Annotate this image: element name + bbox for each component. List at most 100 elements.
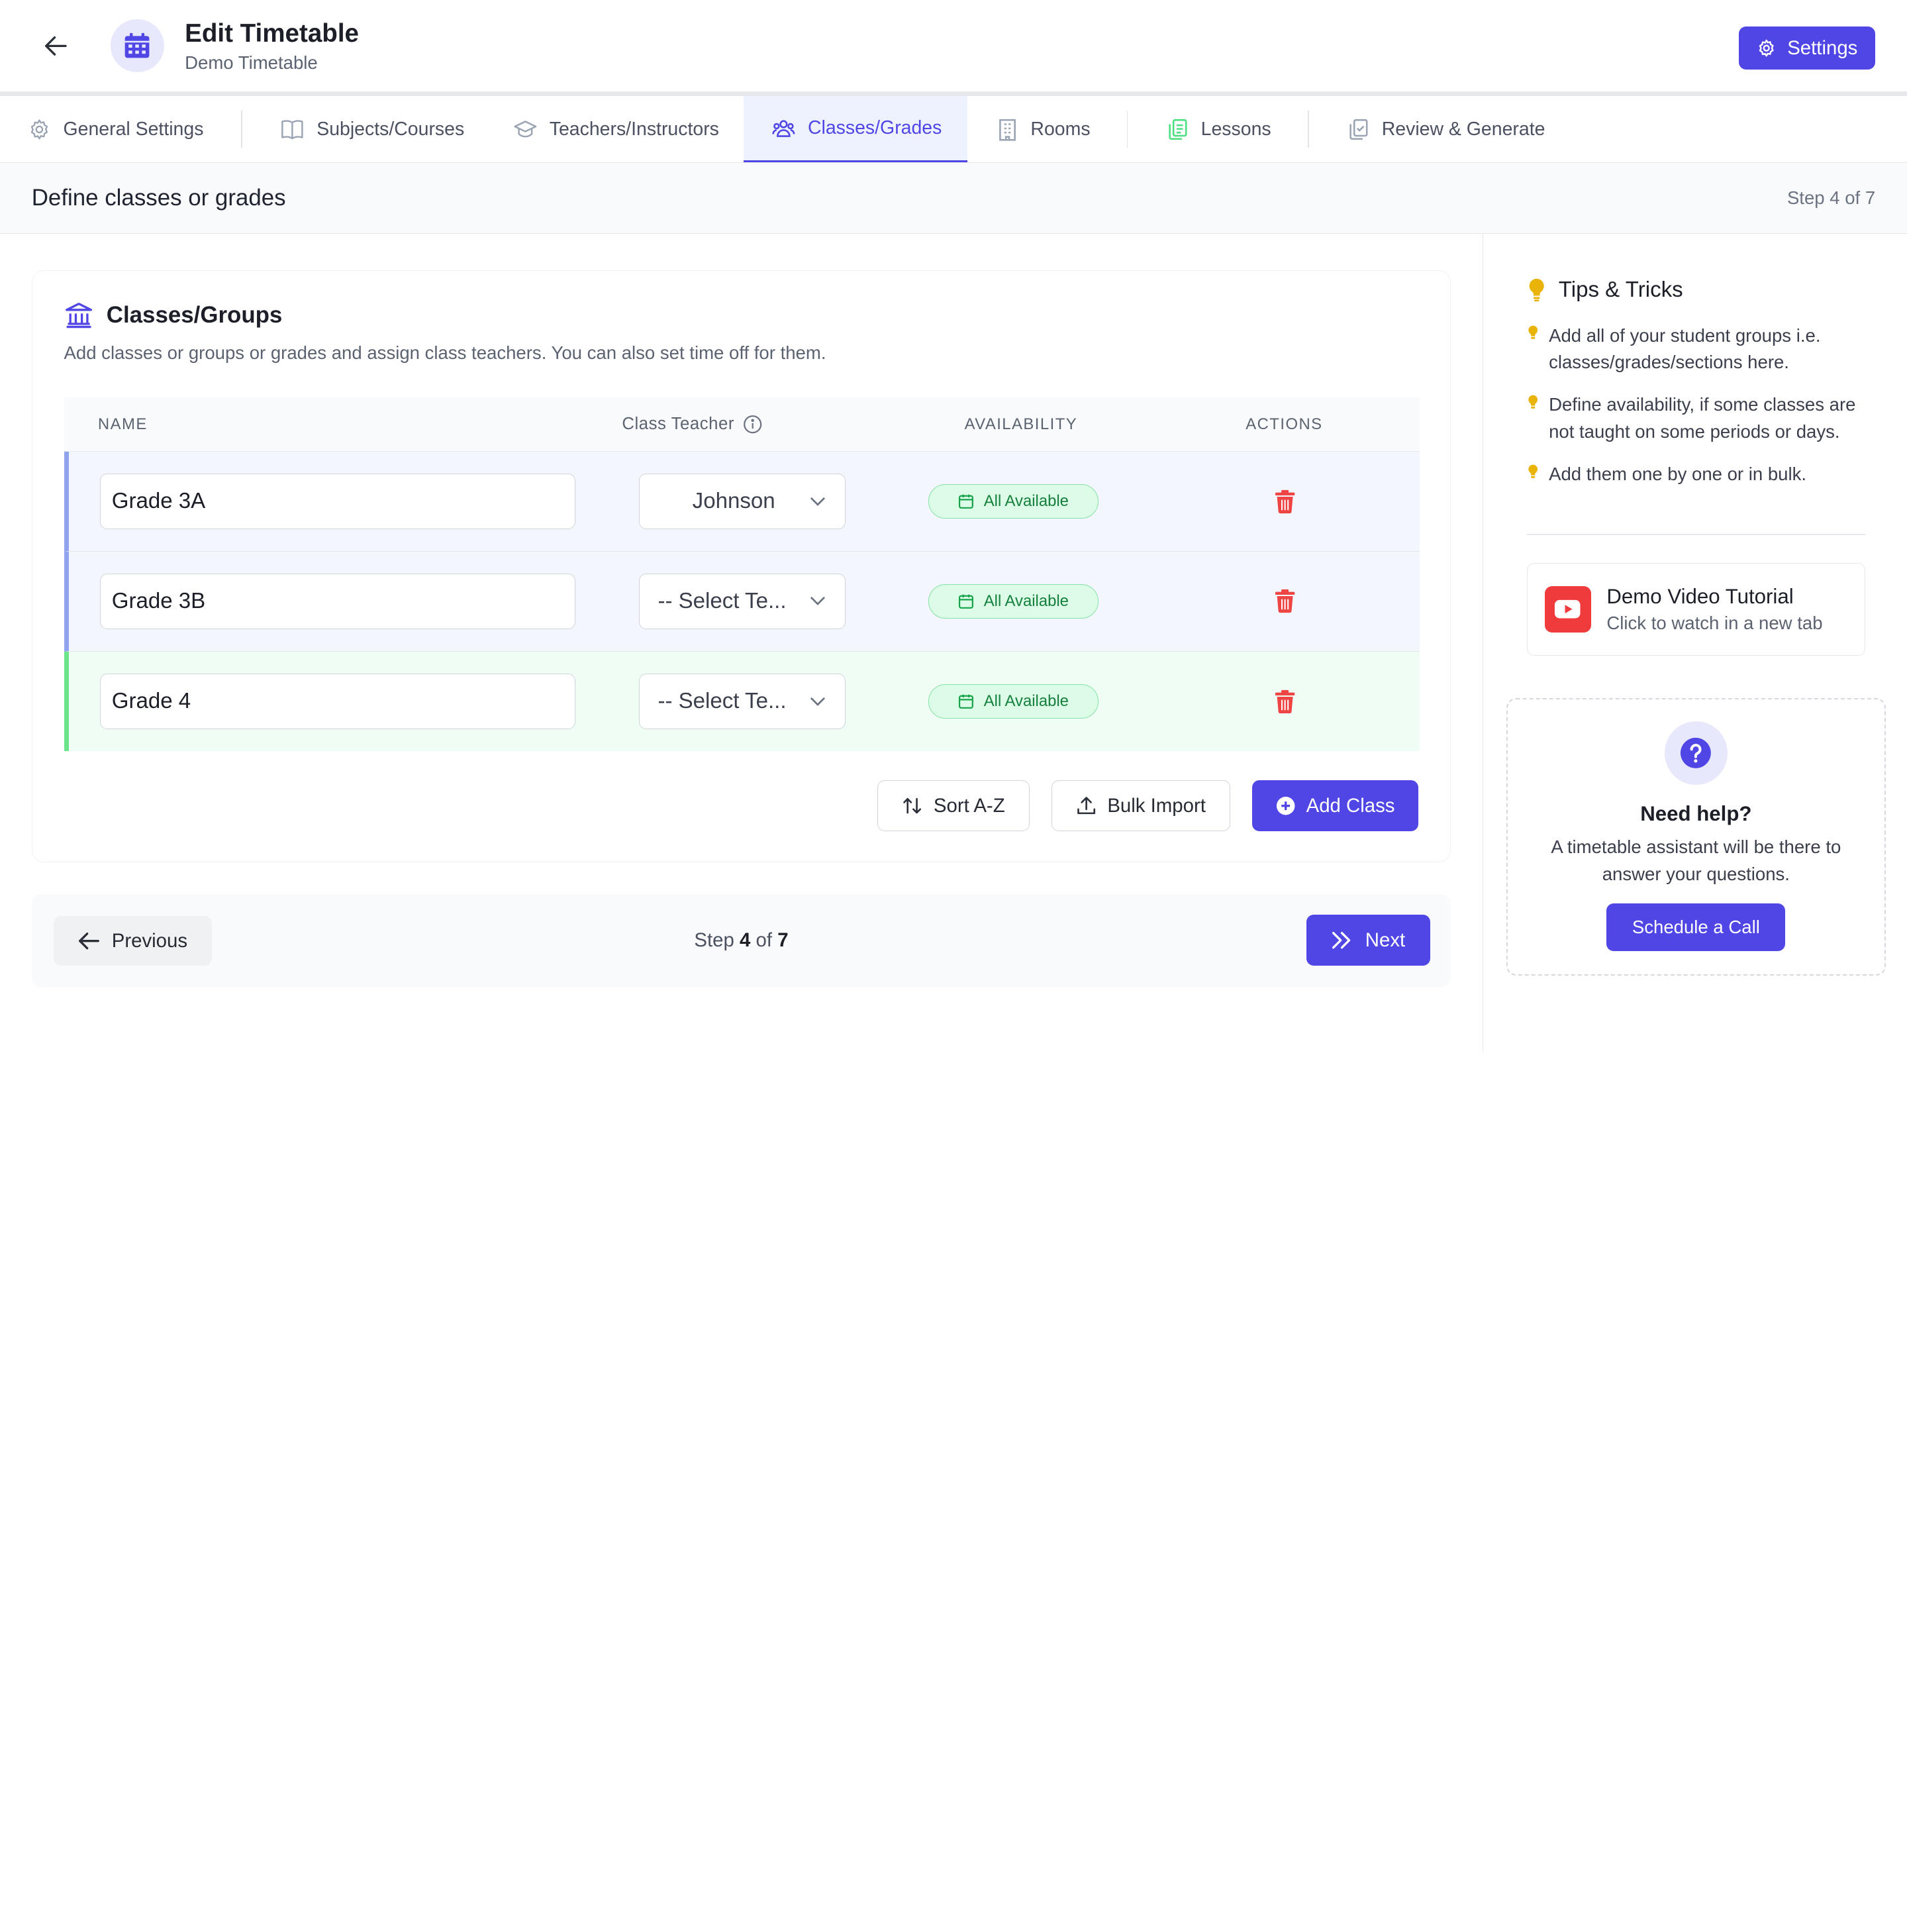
tab-general-settings[interactable]: General Settings — [0, 96, 241, 162]
upload-icon — [1077, 797, 1095, 815]
video-tutorial-link[interactable]: Demo Video Tutorial Click to watch in a … — [1527, 563, 1865, 656]
class-name-input[interactable] — [100, 473, 576, 530]
column-header-teacher: Class Teacher — [622, 415, 893, 434]
class-teacher-value: -- Select Te... — [658, 588, 787, 613]
step-counter: Step 4 of 7 — [1786, 187, 1876, 208]
help-card: Need help? A timetable assistant will be… — [1506, 698, 1886, 976]
tab-review-generate[interactable]: Review & Generate — [1309, 96, 1570, 162]
footer-step-of: of — [756, 929, 773, 952]
table-actions: Sort A-Z Bulk Import Add Class — [877, 780, 1419, 832]
footer-step-current: 4 — [740, 929, 751, 952]
tips-title: Tips & Tricks — [1558, 277, 1683, 302]
availability-label: All Available — [983, 691, 1069, 710]
classes-card: Classes/Groups Add classes or groups or … — [31, 270, 1451, 863]
footer-step-total: 7 — [777, 929, 789, 952]
tab-label: Subjects/Courses — [317, 118, 465, 140]
step-tabs: General Settings Subjects/Courses Teache… — [0, 96, 1907, 164]
page: Edit Timetable Demo Timetable Settings G… — [0, 0, 1907, 1052]
gear-icon — [31, 119, 48, 140]
class-teacher-select[interactable]: -- Select Te... — [638, 573, 846, 630]
tip-item: Add them one by one or in bulk. — [1527, 461, 1865, 487]
plus-circle-icon — [1276, 797, 1295, 815]
class-name-input[interactable] — [100, 673, 576, 730]
bulk-import-label: Bulk Import — [1107, 794, 1206, 817]
column-header-name: NAME — [97, 415, 148, 433]
add-class-label: Add Class — [1306, 794, 1395, 817]
class-name-input[interactable] — [100, 573, 576, 630]
table-row: -- Select Te... All Available — [64, 552, 1420, 652]
book-icon — [281, 119, 303, 139]
sort-button[interactable]: Sort A-Z — [877, 780, 1030, 832]
tab-subjects-courses[interactable]: Subjects/Courses — [242, 96, 489, 162]
app-badge — [111, 19, 164, 73]
question-circle-icon — [1681, 738, 1712, 769]
calendar-icon — [959, 594, 974, 609]
help-title: Need help? — [1640, 801, 1752, 825]
help-sidebar: Tips & Tricks Add all of your student gr… — [1482, 233, 1907, 1052]
chevron-down-icon — [810, 697, 825, 706]
delete-button[interactable] — [1273, 489, 1297, 514]
footer-step-indicator: Step 4 of 7 — [32, 929, 1451, 952]
video-title: Demo Video Tutorial — [1606, 585, 1794, 609]
help-text: A timetable assistant will be there to a… — [1551, 837, 1841, 884]
sidebar-divider — [1527, 534, 1865, 536]
availability-badge[interactable]: All Available — [928, 684, 1099, 719]
youtube-icon — [1544, 586, 1591, 633]
calendar-icon — [125, 32, 150, 58]
bulk-import-button[interactable]: Bulk Import — [1051, 780, 1230, 832]
info-icon[interactable] — [743, 415, 762, 434]
video-subtitle: Click to watch in a new tab — [1606, 612, 1823, 633]
back-button[interactable] — [44, 34, 68, 58]
column-header-availability: AVAILABILITY — [964, 415, 1078, 433]
class-teacher-select[interactable]: -- Select Te... — [638, 673, 846, 730]
add-class-button[interactable]: Add Class — [1251, 780, 1419, 832]
clipboard-check-icon — [1349, 119, 1368, 140]
class-teacher-select[interactable]: Johnson — [638, 473, 846, 530]
settings-button[interactable]: Settings — [1739, 26, 1876, 70]
chevron-down-icon — [810, 597, 825, 606]
sort-arrows-icon — [903, 798, 922, 814]
users-icon — [772, 120, 795, 137]
schedule-call-button[interactable]: Schedule a Call — [1606, 903, 1786, 951]
availability-label: All Available — [983, 492, 1069, 511]
footer-step-word: Step — [694, 929, 734, 952]
card-heading: Classes/Groups — [64, 301, 283, 329]
tab-label: Review & Generate — [1381, 118, 1545, 140]
next-button[interactable]: Next — [1306, 915, 1430, 966]
double-chevron-right-icon — [1332, 932, 1351, 949]
settings-label: Settings — [1787, 36, 1858, 59]
column-header-teacher-label: Class Teacher — [622, 415, 734, 434]
tips-heading: Tips & Tricks — [1527, 278, 1683, 303]
gear-icon — [1759, 39, 1774, 57]
page-title: Edit Timetable — [185, 19, 359, 48]
table-row: Johnson All Available — [64, 452, 1420, 552]
class-teacher-value: Johnson — [692, 489, 775, 514]
table-row: -- Select Te... All Available — [64, 651, 1420, 752]
help-badge — [1664, 721, 1728, 785]
availability-badge[interactable]: All Available — [928, 584, 1099, 619]
trash-icon — [1275, 589, 1295, 613]
tab-label: Classes/Grades — [807, 117, 942, 139]
availability-badge[interactable]: All Available — [928, 484, 1099, 519]
tab-label: Lessons — [1200, 118, 1271, 140]
tip-item: Add all of your student groups i.e. clas… — [1527, 323, 1865, 376]
tab-rooms[interactable]: Rooms — [967, 96, 1127, 162]
tab-label: Rooms — [1030, 118, 1091, 140]
lightbulb-icon — [1528, 464, 1538, 478]
availability-label: All Available — [983, 591, 1069, 610]
tip-text: Define availability, if some classes are… — [1549, 394, 1856, 442]
delete-button[interactable] — [1273, 689, 1297, 714]
arrow-left-icon — [45, 36, 67, 56]
main-content: Classes/Groups Add classes or groups or … — [0, 234, 1484, 1052]
card-title: Classes/Groups — [106, 301, 283, 328]
tab-teachers-instructors[interactable]: Teachers/Instructors — [489, 96, 744, 162]
step-title: Define classes or grades — [31, 184, 286, 211]
tip-text: Add them one by one or in bulk. — [1549, 464, 1807, 485]
tip-item: Define availability, if some classes are… — [1527, 391, 1865, 445]
institution-icon — [65, 302, 92, 328]
copy-icon — [1169, 119, 1187, 140]
tab-classes-grades[interactable]: Classes/Grades — [743, 96, 967, 163]
tab-lessons[interactable]: Lessons — [1128, 96, 1307, 162]
sort-label: Sort A-Z — [933, 794, 1005, 817]
delete-button[interactable] — [1273, 589, 1297, 613]
